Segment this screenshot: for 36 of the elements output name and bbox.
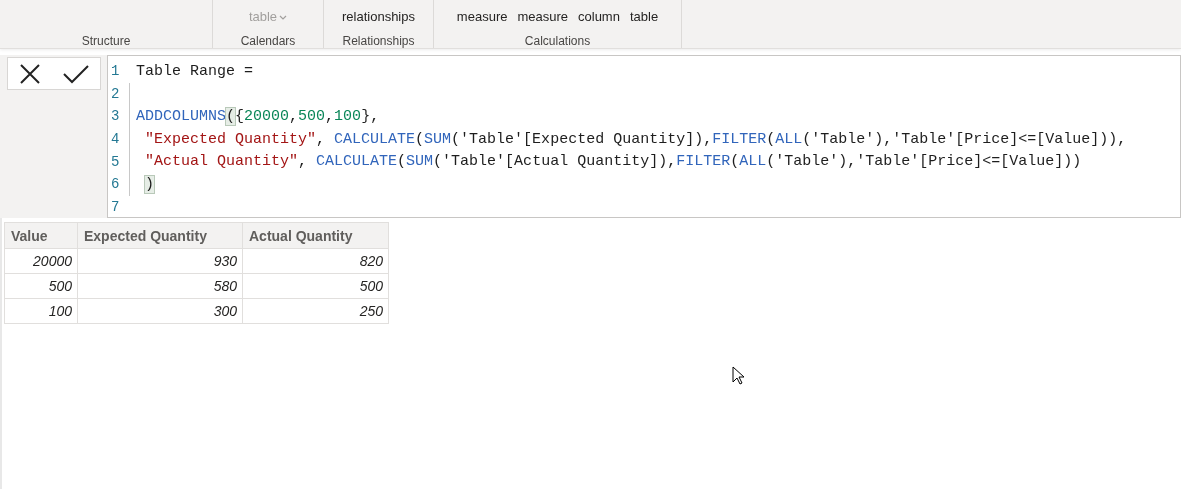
- line-number: 2: [110, 85, 121, 102]
- table-cell: 100: [4, 298, 78, 324]
- table-cell: 300: [77, 298, 243, 324]
- ribbon-button[interactable]: column: [575, 9, 623, 25]
- close-icon[interactable]: [19, 62, 41, 85]
- code-line: "Actual Quantity", CALCULATE(SUM('Table'[Actual Quantity]),FILTER(ALL('Table'),'Table'[Price]<=[Value])): [144, 153, 1082, 171]
- table-cell: 250: [242, 298, 389, 324]
- table-cell: 930: [77, 248, 243, 274]
- ribbon-button[interactable]: relationships: [339, 9, 418, 25]
- table-cell: 500: [4, 273, 78, 299]
- table-cell: 500: [242, 273, 389, 299]
- code-line: "Expected Quantity", CALCULATE(SUM('Table'[Expected Quantity]),FILTER(ALL('Table'),'Table'[Price]<=[Value])),: [144, 130, 1127, 148]
- column-header[interactable]: Actual Quantity: [242, 222, 389, 249]
- group-label: Relationships: [342, 34, 415, 48]
- ribbon-button[interactable]: table: [626, 9, 662, 25]
- line-number: 4: [110, 131, 121, 148]
- group-label: Structure: [81, 34, 131, 48]
- code-line: ADDCOLUMNS({20000,500,100},: [136, 108, 380, 125]
- ribbon-button[interactable]: measure: [514, 9, 571, 25]
- code-line: Table Range =: [136, 62, 254, 80]
- line-number: 6: [110, 176, 121, 193]
- mouse-pointer-icon: [732, 366, 744, 385]
- line-number: 3: [110, 108, 121, 125]
- table-cell: 580: [77, 273, 243, 299]
- formula-editor[interactable]: [107, 55, 1181, 218]
- line-number: 5: [110, 153, 121, 170]
- table-cell: 820: [242, 248, 389, 274]
- line-number: 7: [110, 198, 121, 215]
- checkmark-icon[interactable]: [63, 63, 89, 84]
- line-number: 1: [110, 63, 121, 80]
- column-header[interactable]: Expected Quantity: [77, 222, 243, 249]
- table-cell: 20000: [4, 248, 78, 274]
- ribbon-button[interactable]: measure: [453, 9, 511, 25]
- group-label: Calculations: [524, 34, 591, 48]
- column-header[interactable]: Value: [4, 222, 78, 249]
- group-label: Calendars: [240, 34, 296, 48]
